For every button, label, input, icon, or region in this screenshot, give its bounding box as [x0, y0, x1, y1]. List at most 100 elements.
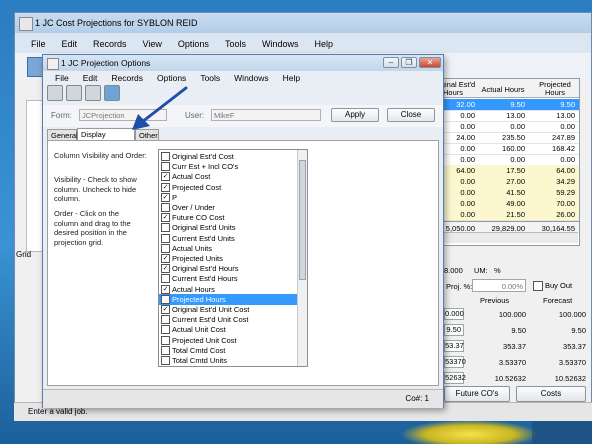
dialog-menu-item[interactable]: Records	[111, 73, 143, 83]
visibility-help: Visibility - Check to show column. Unche…	[54, 175, 137, 204]
column-checkbox[interactable]	[161, 203, 170, 212]
restore-icon[interactable]: ❐	[401, 57, 417, 68]
value-field[interactable]: 9.50	[444, 324, 464, 336]
form-field[interactable]: JCProjection	[79, 109, 167, 121]
column-checkbox[interactable]	[161, 294, 170, 304]
column-checkbox[interactable]	[161, 233, 170, 243]
table-cell: 0.00	[560, 122, 575, 131]
calculator-icon[interactable]	[104, 85, 120, 101]
column-list-scrollbar[interactable]	[297, 150, 307, 366]
column-checkbox[interactable]	[161, 335, 170, 345]
order-help-line: Order - Click on the	[54, 209, 120, 218]
tab-grid[interactable]: Grid	[16, 250, 31, 259]
column-checkbox[interactable]	[161, 223, 170, 233]
table-cell: 70.00	[556, 199, 575, 208]
um-label: UM:	[474, 266, 488, 275]
dialog-menu-item[interactable]: Help	[283, 73, 300, 83]
table-cell: 235.50	[502, 133, 525, 142]
costs-button[interactable]: Costs	[516, 386, 586, 402]
list-item[interactable]: Total Cmtd Units	[159, 355, 297, 366]
table-cell: 0.00	[510, 155, 525, 164]
future-cos-button[interactable]: Future CO's	[444, 386, 510, 402]
main-menu-item[interactable]: Help	[314, 39, 333, 53]
qty-value: 8.000	[444, 266, 463, 275]
close-icon[interactable]: ✕	[419, 57, 441, 68]
table-cell: 64.00	[556, 166, 575, 175]
main-menu-item[interactable]: Windows	[262, 39, 299, 53]
dialog-form-bar: Form: JCProjection User: MikeF Apply Clo…	[43, 105, 443, 127]
minimize-icon[interactable]: –	[383, 57, 399, 68]
link-icon[interactable]	[66, 85, 82, 101]
dialog-menu-item[interactable]: Options	[157, 73, 186, 83]
order-help-line: desired position in the	[54, 228, 127, 237]
main-menu-item[interactable]: Edit	[62, 39, 78, 53]
column-checkbox[interactable]: ✓	[161, 182, 170, 192]
previous-value: 353.37	[503, 342, 526, 351]
proj-pct-label: Proj. %:	[446, 282, 473, 291]
user-field[interactable]: MikeF	[211, 109, 321, 121]
column-checkbox[interactable]: ✓	[161, 254, 170, 263]
table-cell: 0.00	[560, 155, 575, 164]
column-checkbox[interactable]	[161, 162, 170, 172]
previous-value: 10.52632	[494, 374, 526, 383]
dialog-menu-item[interactable]: Tools	[200, 73, 220, 83]
value-field[interactable]: 53370	[444, 356, 466, 368]
dialog-app-icon	[47, 58, 59, 70]
toolbar-document-icon[interactable]	[27, 57, 43, 77]
column-checkbox[interactable]: ✓	[161, 284, 170, 294]
table-cell: 34.29	[556, 177, 575, 186]
column-checkbox[interactable]	[161, 315, 170, 325]
column-visibility-label: Column Visibility and Order:	[54, 151, 147, 160]
projection-grid[interactable]: Original Est'd Hours Actual Hours Projec…	[428, 78, 580, 246]
column-checkbox[interactable]: ✓	[161, 264, 170, 274]
column-checkbox[interactable]: ✓	[161, 213, 170, 223]
table-cell: 27.00	[506, 177, 525, 186]
scrollbar-thumb[interactable]	[299, 160, 306, 280]
proj-pct-field[interactable]: 0.00%	[472, 279, 526, 292]
dialog-menu-item[interactable]: File	[55, 73, 69, 83]
dialog-toolbar	[47, 85, 120, 105]
main-menu-item[interactable]: View	[143, 39, 162, 53]
grid-horizontal-scrollbar[interactable]	[428, 232, 578, 243]
column-checkbox[interactable]	[161, 152, 170, 161]
main-menu-item[interactable]: Tools	[225, 39, 246, 53]
column-checkbox[interactable]	[161, 243, 170, 253]
value-field[interactable]: 53.37	[444, 340, 464, 352]
apply-button[interactable]: Apply	[331, 108, 379, 122]
table-cell: 59.29	[556, 188, 575, 197]
visibility-help-line: column.	[54, 194, 81, 203]
value-field[interactable]: 52632	[444, 372, 466, 384]
col-header-actual-hours[interactable]: Actual Hours	[479, 85, 527, 94]
main-menu-item[interactable]: Records	[93, 39, 127, 53]
dialog-menu-item[interactable]: Windows	[234, 73, 268, 83]
main-menu-item[interactable]: Options	[178, 39, 209, 53]
column-checkbox[interactable]	[161, 356, 170, 365]
previous-value: 100.000	[498, 310, 526, 319]
dialog-menu-item[interactable]: Edit	[83, 73, 98, 83]
column-list[interactable]: Original Est'd Cost Curr Est + Incl CO's ✓…	[158, 149, 308, 367]
column-checkbox[interactable]	[161, 325, 170, 335]
dialog-titlebar: 1 JC Projection Options – ❐ ✕	[43, 55, 443, 71]
main-menubar: File Edit Records View Options Tools Windows He…	[31, 39, 333, 53]
close-button[interactable]: Close	[387, 108, 435, 122]
column-checkbox[interactable]: ✓	[161, 192, 170, 202]
buy-out-checkbox[interactable]	[533, 281, 543, 291]
column-checkbox[interactable]	[161, 274, 170, 284]
user-label: User:	[185, 111, 205, 120]
forecast-value: 10.52632	[554, 374, 586, 383]
column-checkbox[interactable]: ✓	[161, 172, 170, 182]
edit-icon[interactable]	[47, 85, 63, 101]
col-header-projected-hours[interactable]: Projected Hours	[533, 81, 577, 97]
order-help-line: column and drag to the	[54, 218, 131, 228]
table-cell: 17.50	[506, 166, 525, 175]
printer-icon[interactable]	[85, 85, 101, 101]
buy-out-label: Buy Out	[545, 281, 573, 290]
form-label: Form:	[51, 111, 72, 120]
column-checkbox[interactable]: ✓	[161, 305, 170, 314]
value-field[interactable]: 0.000	[444, 308, 464, 320]
table-cell: 13.00	[506, 111, 525, 120]
table-row[interactable]: 0.00 21.50 26.00	[429, 209, 579, 221]
column-checkbox[interactable]	[161, 345, 170, 355]
main-titlebar: 1 JC Cost Projections for SYBLON REID	[15, 13, 591, 33]
main-menu-item[interactable]: File	[31, 39, 46, 53]
